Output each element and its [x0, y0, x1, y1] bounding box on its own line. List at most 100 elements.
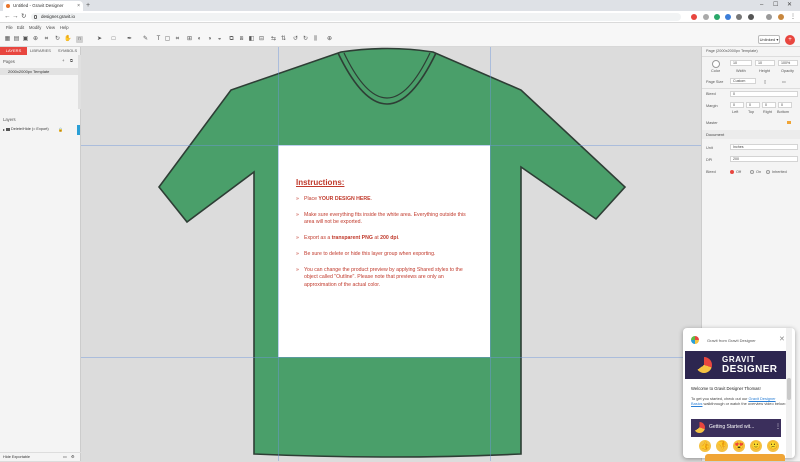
add-button[interactable]: + — [785, 35, 795, 45]
menu-modify[interactable]: Modify — [29, 23, 41, 33]
ungroup-icon[interactable]: ⧈ — [238, 36, 245, 43]
crop-icon[interactable]: ⌗ — [43, 36, 50, 43]
image-tool-icon[interactable]: ▢ — [164, 36, 171, 43]
heart-eyes-icon[interactable]: 😍 — [733, 440, 745, 452]
pointer-tool-icon[interactable]: ➤ — [96, 36, 103, 43]
share-icon[interactable]: ⊕ — [326, 36, 333, 43]
extension-icon[interactable] — [714, 14, 720, 20]
forward-arrow-icon[interactable]: → — [12, 12, 19, 22]
tab-close-icon[interactable]: × — [77, 1, 80, 11]
video-thumbnail[interactable]: Getting Started wit... ⋮ — [691, 419, 781, 437]
text-tool-icon[interactable]: T — [155, 36, 162, 43]
page-size-dropdown[interactable]: Custom — [730, 78, 756, 84]
gravit-logo-icon — [691, 336, 699, 344]
align-icon[interactable]: ⊞ — [186, 36, 193, 43]
browser-tab[interactable]: Untitled - Gravit Designer × — [3, 1, 83, 11]
distribute-icon[interactable]: ⫼ — [312, 36, 319, 43]
pencil-tool-icon[interactable]: ✎ — [142, 36, 149, 43]
thumbs-up-icon[interactable]: 👍 — [699, 440, 711, 452]
star-icon[interactable] — [703, 14, 709, 20]
extension-icon[interactable] — [736, 14, 742, 20]
menu-file[interactable]: File — [6, 23, 13, 33]
color-swatch[interactable] — [712, 60, 720, 68]
tab-libraries[interactable]: LIBRARIES — [27, 47, 54, 55]
video-menu-icon[interactable]: ⋮ — [775, 423, 781, 430]
master-color-swatch[interactable] — [787, 121, 791, 124]
tab-layers[interactable]: LAYERS — [0, 47, 27, 55]
extension-icon[interactable] — [748, 14, 754, 20]
back-arrow-icon[interactable]: ← — [4, 12, 11, 22]
extension-icon[interactable] — [725, 14, 731, 20]
rectangle-tool-icon[interactable]: □ — [110, 36, 117, 43]
margin-right-field[interactable]: 0 — [762, 102, 776, 108]
zoom-icon[interactable]: ⊕ — [32, 36, 39, 43]
puzzle-icon[interactable] — [766, 14, 772, 20]
group-icon[interactable]: ⧉ — [228, 36, 235, 43]
intersect-icon[interactable]: ◒ — [216, 36, 223, 43]
margin-left-field[interactable]: 0 — [730, 102, 744, 108]
margin-left-label: Left — [732, 110, 739, 114]
layer-item[interactable]: ▸ Delete/Hide (= Export) 🔒 — [0, 126, 78, 133]
popup-scrollbar-thumb[interactable] — [787, 378, 791, 400]
rotate-left-icon[interactable]: ↺ — [292, 36, 299, 43]
menu-view[interactable]: View — [46, 23, 55, 33]
pen-tool-icon[interactable]: ✒ — [126, 36, 133, 43]
subtract-icon[interactable]: ◑ — [206, 36, 213, 43]
orientation-icon[interactable]: ▯ — [764, 79, 766, 84]
margin-bottom-field[interactable]: 0 — [778, 102, 792, 108]
height-field[interactable]: 10 — [755, 60, 775, 66]
chat-tab[interactable] — [705, 454, 785, 461]
radio-on[interactable] — [750, 170, 754, 174]
add-page-icon[interactable]: + — [62, 58, 64, 63]
magnet-icon[interactable]: ∩ — [76, 36, 83, 43]
layers-scrollbar[interactable] — [77, 125, 80, 135]
close-window-button[interactable]: ✕ — [787, 0, 792, 10]
browser-tab-title: Untitled - Gravit Designer — [13, 3, 64, 8]
tab-symbols[interactable]: SYMBOLS — [54, 47, 81, 55]
rotate-right-icon[interactable]: ↻ — [302, 36, 309, 43]
layout-icon[interactable]: ▤ — [13, 36, 20, 43]
radio-off-selected[interactable] — [730, 170, 734, 174]
unlinked-dropdown[interactable]: Unlinked ▾ — [758, 35, 780, 44]
maximize-button[interactable]: ☐ — [773, 0, 778, 10]
sidebar-toggle-icon[interactable]: ▦ — [4, 36, 11, 43]
extension-icon[interactable] — [691, 14, 697, 20]
reload-icon[interactable]: ↻ — [21, 12, 26, 22]
hand-icon[interactable]: ✋ — [64, 36, 71, 43]
margin-top-field[interactable]: 0 — [746, 102, 760, 108]
union-icon[interactable]: ◐ — [196, 36, 203, 43]
insert-icon[interactable]: ▣ — [22, 36, 29, 43]
smile-icon[interactable]: 🙂 — [750, 440, 762, 452]
hide-exportable-label[interactable]: Hide Exportable — [3, 455, 30, 459]
url-field[interactable]: designer.gravit.io — [31, 13, 681, 21]
mask-icon[interactable]: ◧ — [248, 36, 255, 43]
duplicate-page-icon[interactable]: ⧉ — [70, 58, 73, 63]
kebab-menu-icon[interactable]: ⋮ — [790, 14, 796, 20]
avatar[interactable] — [778, 14, 784, 20]
menu-edit[interactable]: Edit — [17, 23, 24, 33]
landscape-icon[interactable]: ▭ — [782, 79, 786, 84]
slice-tool-icon[interactable]: ⌗ — [174, 36, 181, 43]
confused-icon[interactable]: 😕 — [767, 440, 779, 452]
popup-close-icon[interactable]: ✕ — [779, 335, 785, 343]
margin-bottom-label: Bottom — [777, 110, 790, 114]
flip-horizontal-icon[interactable]: ⇆ — [270, 36, 277, 43]
radio-inherited[interactable] — [766, 170, 770, 174]
expand-arrow-icon[interactable]: ▸ — [3, 126, 5, 133]
video-title: Getting Started wit... — [709, 424, 755, 430]
flip-vertical-icon[interactable]: ⇅ — [280, 36, 287, 43]
thumbs-down-icon[interactable]: 👎 — [716, 440, 728, 452]
unit-dropdown[interactable]: Inches — [730, 144, 798, 150]
new-tab-button[interactable]: + — [86, 1, 90, 10]
dpi-field[interactable]: 200 — [730, 156, 798, 162]
rotate-icon[interactable]: ↻ — [54, 36, 61, 43]
page-item[interactable]: 2000x2000px Template — [0, 68, 78, 75]
minimize-button[interactable]: – — [760, 0, 763, 10]
opacity-field[interactable]: 100% — [778, 60, 798, 66]
width-field[interactable]: 10 — [730, 60, 752, 66]
canvas[interactable]: Instructions: Place YOUR DESIGN HERE. Ma… — [81, 47, 701, 461]
menu-help[interactable]: Help — [60, 23, 69, 33]
bleed-field[interactable]: 0 — [730, 91, 798, 97]
lock-icon[interactable]: 🔒 — [58, 126, 63, 133]
arrange-icon[interactable]: ⊟ — [258, 36, 265, 43]
